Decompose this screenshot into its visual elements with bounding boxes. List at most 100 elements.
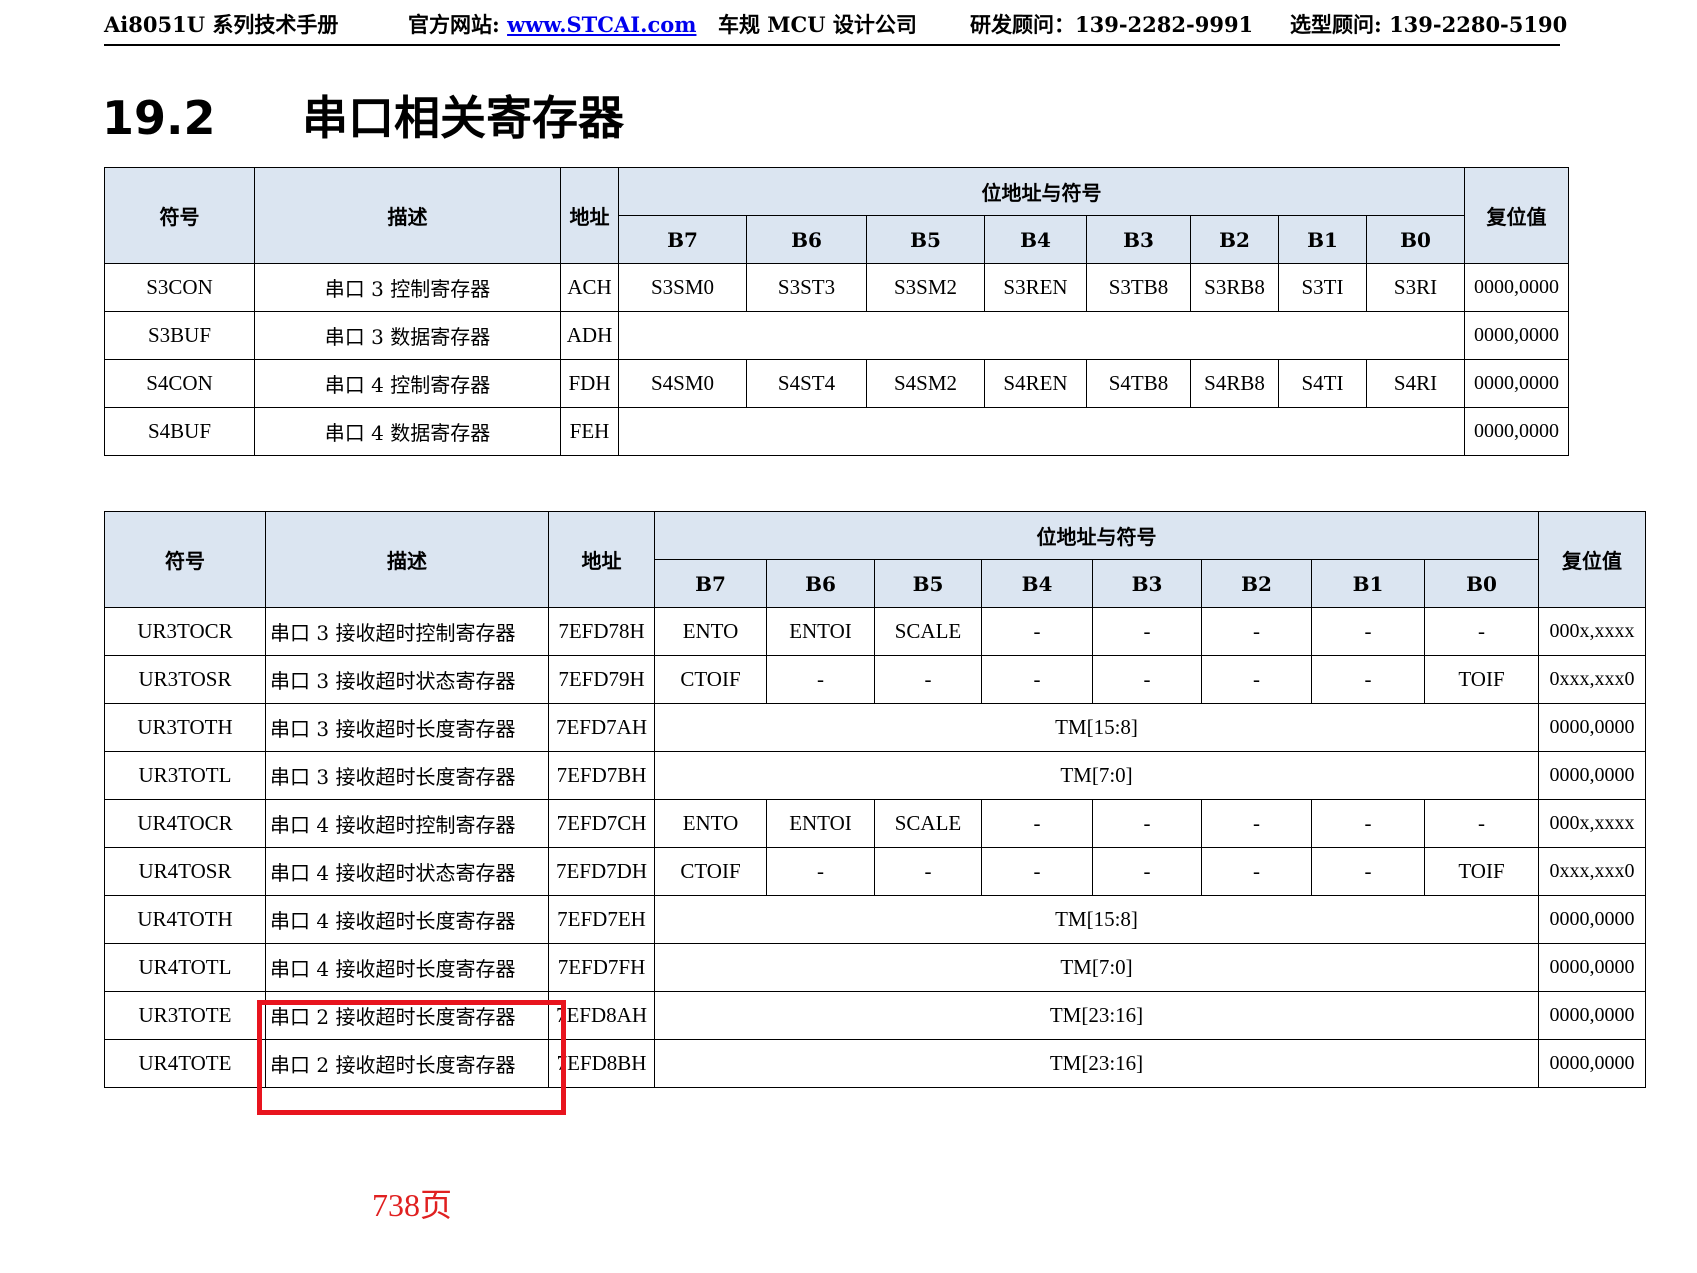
bit-cell: -: [1092, 799, 1202, 848]
register-address: 7EFD7BH: [548, 751, 655, 800]
bit-span-cell: TM[7:0]: [654, 943, 1539, 992]
bit-cell: S4TB8: [1086, 359, 1191, 408]
bit-cell: -: [1311, 799, 1425, 848]
reset-value: 0000,0000: [1538, 991, 1646, 1040]
col-reset-header: 复位值: [1538, 511, 1646, 608]
register-description: 串口 3 接收超时长度寄存器: [265, 703, 549, 752]
register-address: 7EFD7EH: [548, 895, 655, 944]
reset-value: 0000,0000: [1464, 263, 1569, 312]
reset-value: 000x,xxxx: [1538, 607, 1646, 656]
col-description-header: 描述: [265, 511, 549, 608]
bit-cell: -: [1311, 607, 1425, 656]
bit-cell: TOIF: [1424, 847, 1539, 896]
bit-cell: -: [981, 847, 1093, 896]
table-row: UR4TOTH 串口 4 接收超时长度寄存器 7EFD7EH TM[15:8] 0000…: [104, 895, 1646, 944]
bit-header-b0: B0: [1366, 215, 1465, 264]
bit-cell: -: [981, 655, 1093, 704]
uart-timeout-xfr-table: 符号 描述 地址 位地址与符号 复位值 B7 B6 B5 B4 B3 B2 B1 B0 UR3…: [104, 511, 1646, 1088]
register-symbol: UR4TOTL: [104, 943, 266, 992]
register-address: FDH: [560, 359, 619, 408]
bit-cell: SCALE: [874, 607, 982, 656]
uart-sfr-table: 符号 描述 地址 位地址与符号 复位值 B7 B6 B5 B4 B3 B2 B1 B0 S3C…: [104, 167, 1569, 456]
manual-title: Ai8051U 系列技术手册: [104, 12, 339, 37]
bit-header-b3: B3: [1092, 559, 1202, 608]
bit-cell: CTOIF: [654, 655, 767, 704]
table-row: UR3TOSR 串口 3 接收超时状态寄存器 7EFD79H CTOIF - - - - - - T…: [104, 655, 1646, 704]
bit-span-cell: TM[15:8]: [654, 895, 1539, 944]
register-symbol: UR4TOTE: [104, 1039, 266, 1088]
table-row: UR4TOSR 串口 4 接收超时状态寄存器 7EFD7DH CTOIF - - - - - - T…: [104, 847, 1646, 896]
bit-header-b3: B3: [1086, 215, 1191, 264]
col-reset-header: 复位值: [1464, 167, 1569, 264]
bit-span-cell: TM[15:8]: [654, 703, 1539, 752]
bit-cell: ENTO: [654, 607, 767, 656]
bit-header-b7: B7: [654, 559, 767, 608]
register-address: FEH: [560, 407, 619, 456]
bit-span-cell: TM[7:0]: [654, 751, 1539, 800]
bit-cell: -: [766, 847, 875, 896]
bit-span-cell: TM[23:16]: [654, 1039, 1539, 1088]
section-number: 19.2: [102, 91, 216, 145]
bit-cell: S4RB8: [1190, 359, 1279, 408]
register-symbol: S4CON: [104, 359, 255, 408]
reset-value: 0xxx,xxx0: [1538, 847, 1646, 896]
section-title: 串口相关寄存器: [302, 91, 624, 145]
register-symbol: UR3TOTE: [104, 991, 266, 1040]
bit-header-b7: B7: [618, 215, 747, 264]
bit-cell: -: [1201, 655, 1312, 704]
register-address: 7EFD7CH: [548, 799, 655, 848]
bit-cell: S3ST3: [746, 263, 867, 312]
table-row: UR4TOCR 串口 4 接收超时控制寄存器 7EFD7CH ENTO ENTOI SCA…: [104, 799, 1646, 848]
table-row: UR4TOTE 串口 2 接收超时长度寄存器 7EFD8BH TM[23:16] 000…: [104, 1039, 1646, 1088]
reset-value: 0000,0000: [1538, 943, 1646, 992]
reset-value: 0000,0000: [1538, 1039, 1646, 1088]
bit-header-b6: B6: [746, 215, 867, 264]
register-symbol: UR3TOCR: [104, 607, 266, 656]
col-symbol-header: 符号: [104, 167, 255, 264]
bit-cell: ENTOI: [766, 799, 875, 848]
register-address: 7EFD7AH: [548, 703, 655, 752]
register-address: 7EFD7FH: [548, 943, 655, 992]
register-symbol: S3BUF: [104, 311, 255, 360]
register-address: 7EFD78H: [548, 607, 655, 656]
bit-header-b1: B1: [1278, 215, 1367, 264]
bit-cell: -: [981, 607, 1093, 656]
bit-cell: ENTOI: [766, 607, 875, 656]
register-description: 串口 3 接收超时长度寄存器: [265, 751, 549, 800]
register-address: 7EFD8BH: [548, 1039, 655, 1088]
register-description: 串口 4 控制寄存器: [254, 359, 561, 408]
bit-header-b5: B5: [866, 215, 985, 264]
bit-cell: S4TI: [1278, 359, 1367, 408]
bit-header-b2: B2: [1190, 215, 1279, 264]
bit-header-b1: B1: [1311, 559, 1425, 608]
bit-header-b4: B4: [984, 215, 1087, 264]
bit-cell: S3RB8: [1190, 263, 1279, 312]
reset-value: 000x,xxxx: [1538, 799, 1646, 848]
col-bits-group-header: 位地址与符号: [618, 167, 1465, 216]
bit-cell: S4REN: [984, 359, 1087, 408]
rd-contact: 研发顾问：139-2282-9991: [970, 12, 1254, 37]
company-tagline: 车规 MCU 设计公司: [718, 12, 917, 37]
reset-value: 0xxx,xxx0: [1538, 655, 1646, 704]
table-row: S3BUF 串口 3 数据寄存器 ADH 0000,0000: [104, 311, 1569, 360]
register-description: 串口 4 接收超时控制寄存器: [265, 799, 549, 848]
table-row: S3CON 串口 3 控制寄存器 ACH S3SM0 S3ST3 S3SM2 S3REN S3…: [104, 263, 1569, 312]
bit-cell: -: [1201, 847, 1312, 896]
bit-cell: S3SM0: [618, 263, 747, 312]
bit-cell: -: [1092, 655, 1202, 704]
bit-header-b4: B4: [981, 559, 1093, 608]
bit-cell: -: [1092, 847, 1202, 896]
bit-cell: -: [1092, 607, 1202, 656]
table-row: S4BUF 串口 4 数据寄存器 FEH 0000,0000: [104, 407, 1569, 456]
register-description: 串口 4 接收超时长度寄存器: [265, 943, 549, 992]
bit-header-b0: B0: [1424, 559, 1539, 608]
bit-cell: -: [1311, 847, 1425, 896]
website-link[interactable]: www.STCAI.com: [507, 12, 696, 37]
register-symbol: S3CON: [104, 263, 255, 312]
bit-cell: S3TI: [1278, 263, 1367, 312]
bit-cell: S4RI: [1366, 359, 1465, 408]
col-address-header: 地址: [548, 511, 655, 608]
table-row: UR4TOTL 串口 4 接收超时长度寄存器 7EFD7FH TM[7:0] 0000,…: [104, 943, 1646, 992]
bit-cell: -: [981, 799, 1093, 848]
bit-cell: -: [874, 655, 982, 704]
